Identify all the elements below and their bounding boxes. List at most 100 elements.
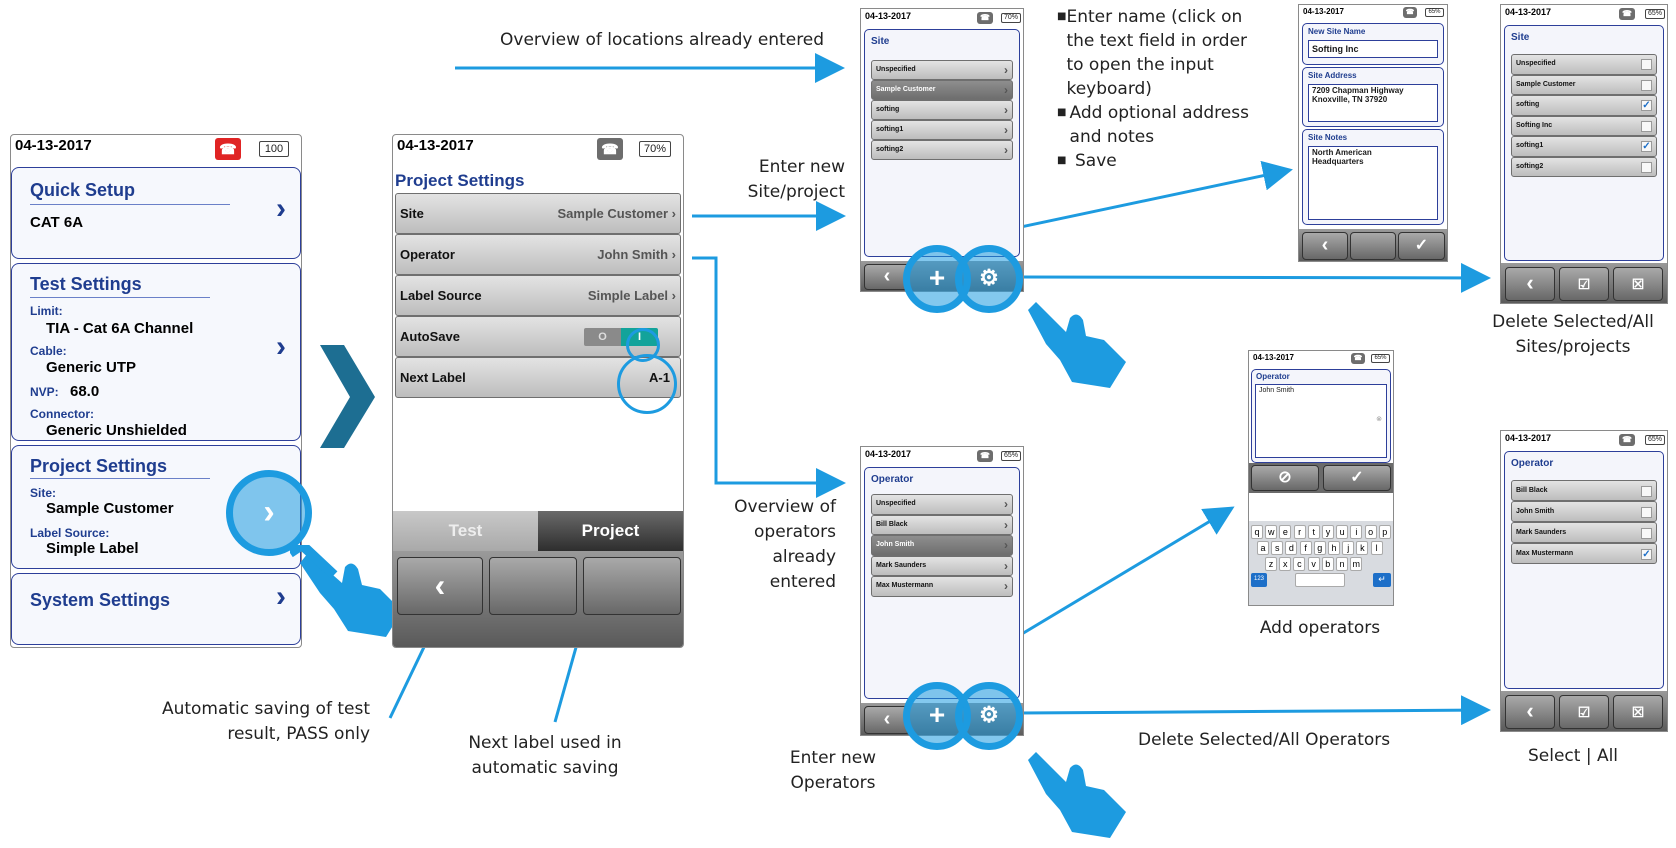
key[interactable]: c [1293,557,1306,571]
checkbox[interactable] [1641,161,1652,173]
main-menu-screen: 04-13-2017 ☎ 100 Quick Setup CAT 6A › Te… [10,134,302,648]
list-item[interactable]: Bill Black › [871,514,1013,535]
list-item[interactable]: Sample Customer [1511,74,1657,95]
key[interactable]: r [1293,525,1306,539]
chevron-right-icon: › [1004,497,1008,511]
list-item[interactable]: softing1 ✓ [1511,136,1657,157]
key[interactable]: v [1307,557,1320,571]
site-address-frame: Site Address 7209 Chapman Highway Knoxvil… [1302,67,1444,127]
quick-setup-card[interactable]: Quick Setup CAT 6A › [11,167,301,259]
back-button[interactable]: ‹ [397,557,483,615]
list-item[interactable]: Mark Saunders › [871,555,1013,576]
list-item[interactable]: Unspecified [1511,54,1657,75]
key[interactable]: u [1336,525,1349,539]
label-source-value: Simple Label [46,540,139,557]
key[interactable]: e [1279,525,1292,539]
key[interactable]: j [1342,541,1355,555]
tab-project[interactable]: Project [538,511,683,551]
key[interactable]: m [1350,557,1363,571]
key[interactable]: p [1378,525,1391,539]
list-item[interactable]: softing › [871,100,1013,120]
select-button[interactable]: ☑ [1559,267,1609,301]
chevron-right-icon: › [1004,143,1008,157]
system-settings-card[interactable]: System Settings › [11,573,301,645]
key[interactable]: i [1350,525,1363,539]
delete-all-button[interactable]: ☒ [1613,695,1663,729]
list-item[interactable]: softing2 [1511,156,1657,177]
label-source-row[interactable]: Label Source Simple Label › [395,275,681,316]
key[interactable]: l [1370,541,1383,555]
list-item[interactable]: Bill Black [1511,480,1657,501]
key[interactable]: y [1322,525,1334,539]
checked-checkbox[interactable]: ✓ [1641,141,1652,152]
checkbox[interactable] [1641,120,1652,132]
checked-checkbox[interactable]: ✓ [1641,549,1652,560]
list-item[interactable]: Mark Saunders [1511,522,1657,543]
key[interactable]: n [1336,557,1348,571]
list-item[interactable]: Unspecified › [871,494,1013,515]
footer-button-3[interactable] [583,557,681,615]
list-item[interactable]: John Smith [1511,501,1657,522]
list-item[interactable]: Max Mustermann › [871,576,1013,597]
checkbox[interactable] [1641,486,1652,497]
numeric-key[interactable]: 123 [1251,573,1267,587]
date: 04-13-2017 [1505,7,1552,17]
delete-all-button[interactable]: ☒ [1613,267,1663,301]
key[interactable]: z [1265,557,1277,571]
keyboard: q w e r t y u i o p a s d f g h j k l z x c v b n m 123 ↵ [1249,521,1393,605]
list-item[interactable]: Sample Customer › [871,80,1013,100]
list-item[interactable]: Max Mustermann ✓ [1511,543,1657,564]
list-item[interactable]: Softing Inc [1511,115,1657,136]
tab-test[interactable]: Test [393,511,538,551]
select-button[interactable]: ☑ [1559,695,1609,729]
key[interactable]: o [1364,525,1377,539]
key[interactable]: d [1285,541,1298,555]
site-row[interactable]: Site Sample Customer › [395,193,681,234]
checkbox[interactable] [1641,507,1652,518]
chevron-right-icon: › [1004,517,1008,532]
list-item[interactable]: softing1 › [871,120,1013,140]
site-name-input[interactable]: Softing Inc [1308,40,1438,58]
key[interactable]: f [1299,541,1312,555]
operator-name-input[interactable]: John Smith ⊗ [1255,384,1387,458]
enter-key[interactable]: ↵ [1373,573,1391,587]
magnifier-icon[interactable]: › [226,470,312,556]
gear-button[interactable]: ⚙ [955,682,1023,750]
confirm-button[interactable]: ✓ [1323,465,1391,491]
operator-row[interactable]: Operator John Smith › [395,234,681,275]
back-button[interactable]: ‹ [1505,695,1555,729]
list-item[interactable]: Unspecified › [871,60,1013,80]
list-item-label: Unspecified [876,500,916,507]
key[interactable]: x [1279,557,1292,571]
key[interactable]: q [1251,525,1263,539]
test-settings-card[interactable]: Test Settings Limit: TIA - Cat 6A Channe… [11,263,301,441]
key[interactable]: h [1328,541,1340,555]
list-item[interactable]: softing2 › [871,140,1013,160]
list-item-label: softing2 [876,146,904,153]
footer-button-2[interactable] [1350,232,1396,260]
space-key[interactable] [1295,573,1345,587]
gear-button[interactable]: ⚙ [955,245,1023,313]
checkbox[interactable] [1641,79,1652,91]
key[interactable]: s [1271,541,1284,555]
list-item[interactable]: softing ✓ [1511,95,1657,116]
key[interactable]: w [1265,525,1278,539]
back-button[interactable]: ‹ [1505,267,1555,301]
cancel-button[interactable]: ⊘ [1251,465,1319,491]
key[interactable]: b [1321,557,1334,571]
site-notes-input[interactable]: North American Headquarters [1308,146,1438,220]
back-button[interactable]: ‹ [1302,232,1348,260]
footer-bar: ‹ ☑ ☒ [1501,691,1667,731]
checkbox[interactable] [1641,59,1652,70]
save-button[interactable]: ✓ [1398,232,1445,260]
key[interactable]: a [1257,541,1269,555]
footer-button-2[interactable] [489,557,577,615]
caption-bullets: ■ Enter name (click on the text field in … [1057,7,1249,171]
list-item[interactable]: John Smith › [871,535,1013,556]
checkbox[interactable] [1641,528,1652,539]
key[interactable]: k [1356,541,1369,555]
checked-checkbox[interactable]: ✓ [1641,100,1652,111]
site-address-input[interactable]: 7209 Chapman Highway Knoxville, TN 37920 [1308,84,1438,122]
key[interactable]: g [1313,541,1326,555]
key[interactable]: t [1307,525,1320,539]
